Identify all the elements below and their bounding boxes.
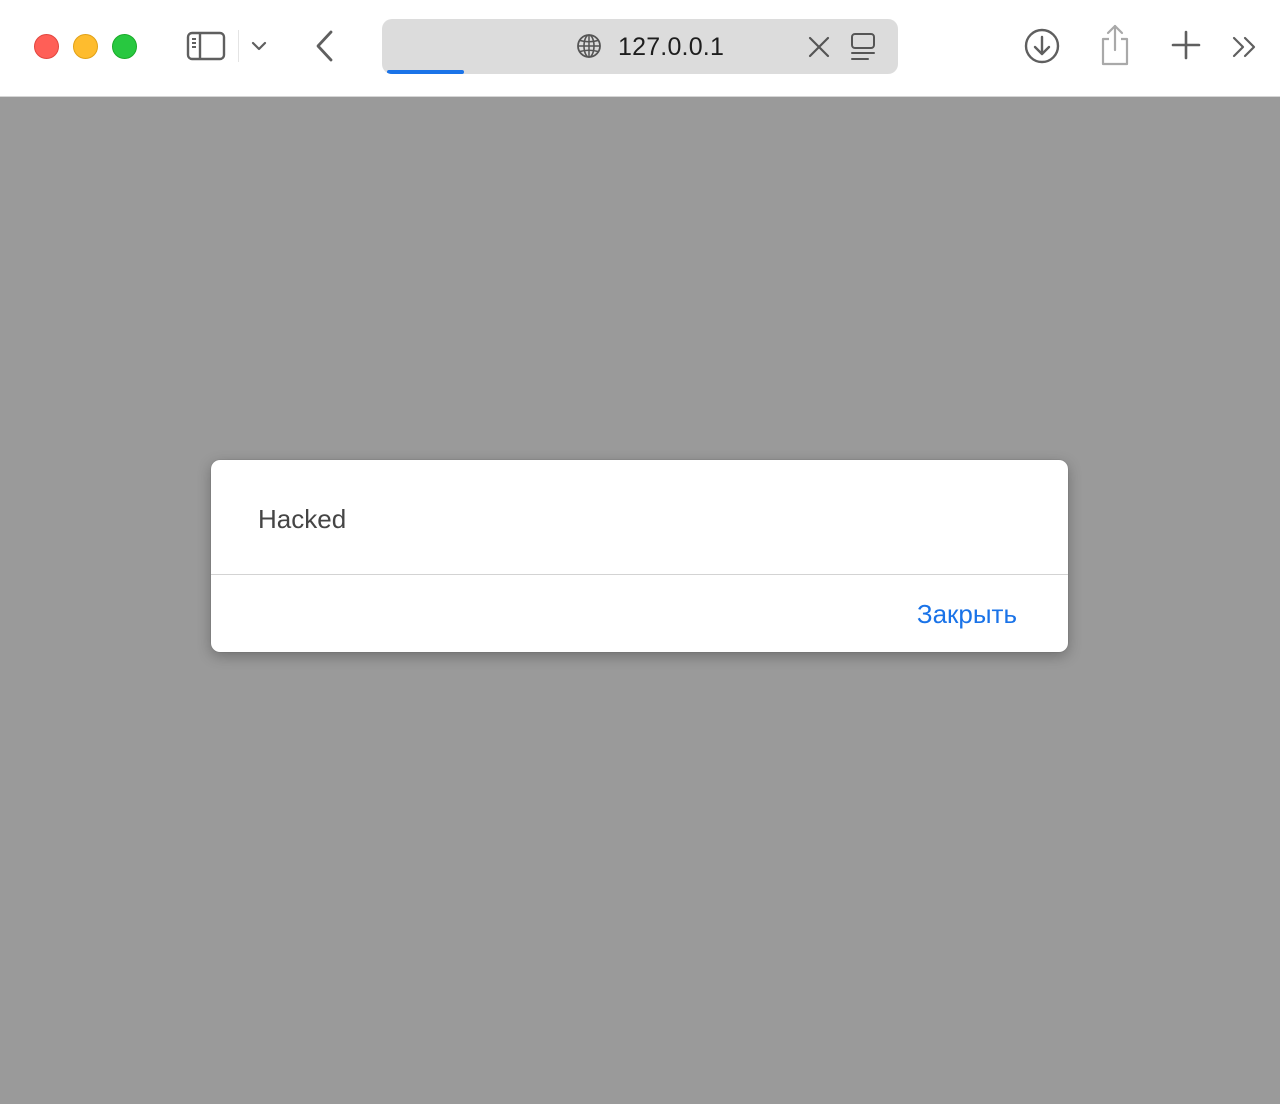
share-icon — [1101, 24, 1129, 66]
downloads-button[interactable] — [1022, 26, 1062, 66]
reader-mode-icon[interactable] — [849, 32, 877, 62]
window-maximize-button[interactable] — [112, 34, 137, 59]
share-button[interactable] — [1096, 22, 1134, 68]
dialog-divider — [211, 574, 1068, 575]
close-dialog-button[interactable]: Закрыть — [917, 597, 1017, 631]
globe-icon — [577, 34, 601, 58]
alert-dialog: Hacked Закрыть — [211, 460, 1068, 652]
sidebar-icon — [186, 31, 226, 61]
chevron-left-icon — [316, 30, 333, 62]
back-button[interactable] — [308, 26, 342, 66]
toolbar-divider — [238, 30, 239, 62]
window-minimize-button[interactable] — [73, 34, 98, 59]
alert-message: Hacked — [258, 504, 347, 534]
sidebar-toggle-button[interactable] — [184, 28, 228, 64]
download-icon — [1024, 28, 1060, 64]
close-icon[interactable] — [807, 35, 831, 59]
more-tabs-button[interactable] — [1228, 30, 1262, 64]
sidebar-menu-button[interactable] — [246, 32, 272, 60]
url-text[interactable]: 127.0.0.1 — [618, 31, 724, 63]
double-chevron-right-icon — [1232, 36, 1256, 58]
address-bar[interactable]: 127.0.0.1 — [382, 19, 898, 74]
browser-window: 127.0.0.1 Hacked Закрыть — [0, 0, 1280, 1104]
new-tab-button[interactable] — [1168, 27, 1204, 63]
plus-icon — [1171, 30, 1201, 60]
chevron-down-icon — [251, 41, 267, 51]
browser-toolbar: 127.0.0.1 — [0, 0, 1280, 97]
page-load-progress-bar — [387, 70, 464, 74]
window-close-button[interactable] — [34, 34, 59, 59]
